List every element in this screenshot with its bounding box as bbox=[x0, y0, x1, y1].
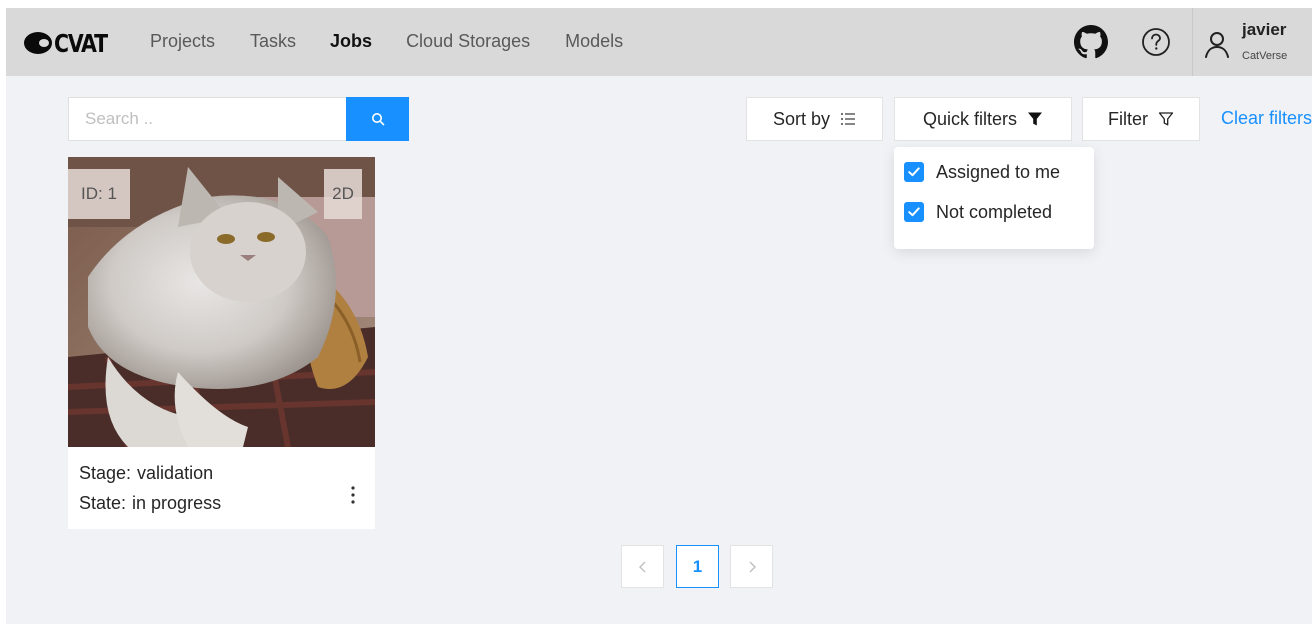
quick-filter-label: Not completed bbox=[936, 201, 1053, 222]
state-key: State: bbox=[79, 493, 127, 513]
filter-solid-icon bbox=[1028, 112, 1043, 126]
more-vertical-icon[interactable] bbox=[346, 483, 360, 507]
quick-filters-button[interactable]: Quick filters bbox=[894, 97, 1072, 141]
stage-key: Stage: bbox=[79, 463, 132, 483]
header-divider bbox=[1192, 8, 1193, 76]
pagination-next-button[interactable] bbox=[730, 545, 773, 588]
stage-value: validation bbox=[137, 463, 214, 483]
nav-projects[interactable]: Projects bbox=[150, 31, 215, 52]
logo-mark-icon bbox=[24, 32, 52, 54]
nav-cloud-storages[interactable]: Cloud Storages bbox=[406, 31, 530, 52]
github-icon[interactable] bbox=[1074, 25, 1108, 59]
quick-filters-label: Quick filters bbox=[922, 108, 1018, 129]
quick-filter-assigned-to-me[interactable]: Assigned to me bbox=[904, 159, 1060, 185]
quick-filters-dropdown: Assigned to me Not completed bbox=[894, 147, 1094, 249]
sort-by-button[interactable]: Sort by bbox=[746, 97, 883, 141]
filter-label: Filter bbox=[1108, 108, 1148, 129]
job-preview-image[interactable]: ID: 1 2D bbox=[68, 157, 375, 447]
user-organization[interactable]: CatVerse bbox=[1242, 50, 1287, 62]
pagination-page-current[interactable]: 1 bbox=[676, 545, 719, 588]
pagination-prev-button[interactable] bbox=[621, 545, 664, 588]
nav-models[interactable]: Models bbox=[565, 31, 623, 52]
check-icon bbox=[908, 207, 920, 217]
job-card[interactable]: ID: 1 2D Stage: validation State: in progr… bbox=[68, 157, 375, 529]
chevron-right-icon bbox=[749, 561, 756, 572]
sort-by-label: Sort by bbox=[772, 108, 831, 129]
state-value: in progress bbox=[132, 493, 222, 513]
job-stage-row: Stage: validation bbox=[79, 463, 213, 484]
user-name[interactable]: javier bbox=[1242, 20, 1286, 40]
quick-filter-not-completed[interactable]: Not completed bbox=[904, 199, 1052, 225]
chevron-left-icon bbox=[638, 561, 645, 572]
user-icon[interactable] bbox=[1204, 30, 1230, 58]
checkbox-checked[interactable] bbox=[904, 202, 924, 222]
clear-filters-link[interactable]: Clear filters bbox=[1221, 108, 1312, 129]
job-state-row: State: in progress bbox=[79, 493, 221, 514]
nav-jobs[interactable]: Jobs bbox=[330, 31, 372, 52]
job-id-badge: ID: 1 bbox=[68, 169, 130, 219]
check-icon bbox=[908, 167, 920, 177]
top-header: CVAT Projects Tasks Jobs Cloud Storages … bbox=[6, 8, 1312, 76]
search-button[interactable] bbox=[346, 97, 409, 141]
search-bar bbox=[68, 97, 409, 141]
filter-outline-icon bbox=[1158, 112, 1174, 126]
job-dimension-badge: 2D bbox=[324, 169, 362, 219]
logo-text: CVAT bbox=[54, 28, 108, 58]
sort-list-icon bbox=[841, 113, 856, 125]
cvat-logo[interactable]: CVAT bbox=[24, 28, 118, 58]
help-icon[interactable] bbox=[1140, 26, 1172, 58]
app-frame: CVAT Projects Tasks Jobs Cloud Storages … bbox=[6, 8, 1312, 624]
nav-tasks[interactable]: Tasks bbox=[250, 31, 296, 52]
checkbox-checked[interactable] bbox=[904, 162, 924, 182]
search-icon bbox=[371, 113, 384, 126]
filter-button[interactable]: Filter bbox=[1082, 97, 1200, 141]
quick-filter-label: Assigned to me bbox=[936, 161, 1061, 182]
main-nav: Projects Tasks Jobs Cloud Storages Model… bbox=[150, 31, 623, 52]
search-input[interactable] bbox=[68, 97, 346, 141]
